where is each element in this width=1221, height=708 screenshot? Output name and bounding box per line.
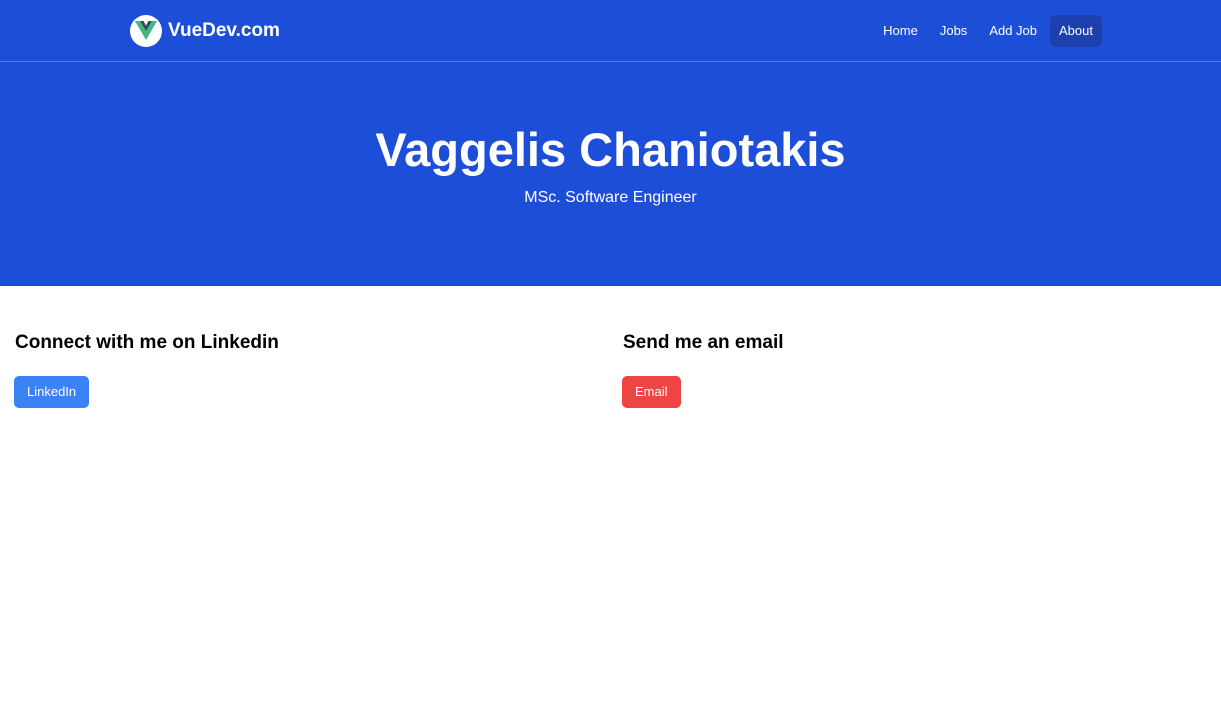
email-button[interactable]: Email bbox=[622, 376, 681, 408]
linkedin-section: Connect with me on Linkedin LinkedIn bbox=[14, 331, 595, 408]
brand-name: VueDev.com bbox=[168, 19, 280, 41]
email-section: Send me an email Email bbox=[622, 331, 1203, 408]
hero-section: Vaggelis Chaniotakis MSc. Software Engin… bbox=[0, 62, 1221, 286]
nav-link-jobs[interactable]: Jobs bbox=[931, 15, 976, 47]
brand-link[interactable]: VueDev.com bbox=[130, 14, 280, 47]
vue-logo-icon bbox=[130, 14, 162, 47]
linkedin-heading: Connect with me on Linkedin bbox=[15, 332, 279, 353]
nav-link-home[interactable]: Home bbox=[874, 15, 927, 47]
linkedin-button[interactable]: LinkedIn bbox=[14, 376, 90, 408]
navbar: VueDev.com Home Jobs Add Job About bbox=[0, 0, 1221, 62]
nav-links: Home Jobs Add Job About bbox=[874, 14, 1102, 47]
navbar-inner: VueDev.com Home Jobs Add Job About bbox=[130, 0, 1102, 61]
nav-link-about[interactable]: About bbox=[1050, 14, 1102, 47]
hero-subtitle: MSc. Software Engineer bbox=[524, 189, 697, 206]
nav-link-add-job[interactable]: Add Job bbox=[980, 15, 1046, 47]
email-heading: Send me an email bbox=[623, 332, 784, 353]
hero-title: Vaggelis Chaniotakis bbox=[375, 123, 846, 176]
